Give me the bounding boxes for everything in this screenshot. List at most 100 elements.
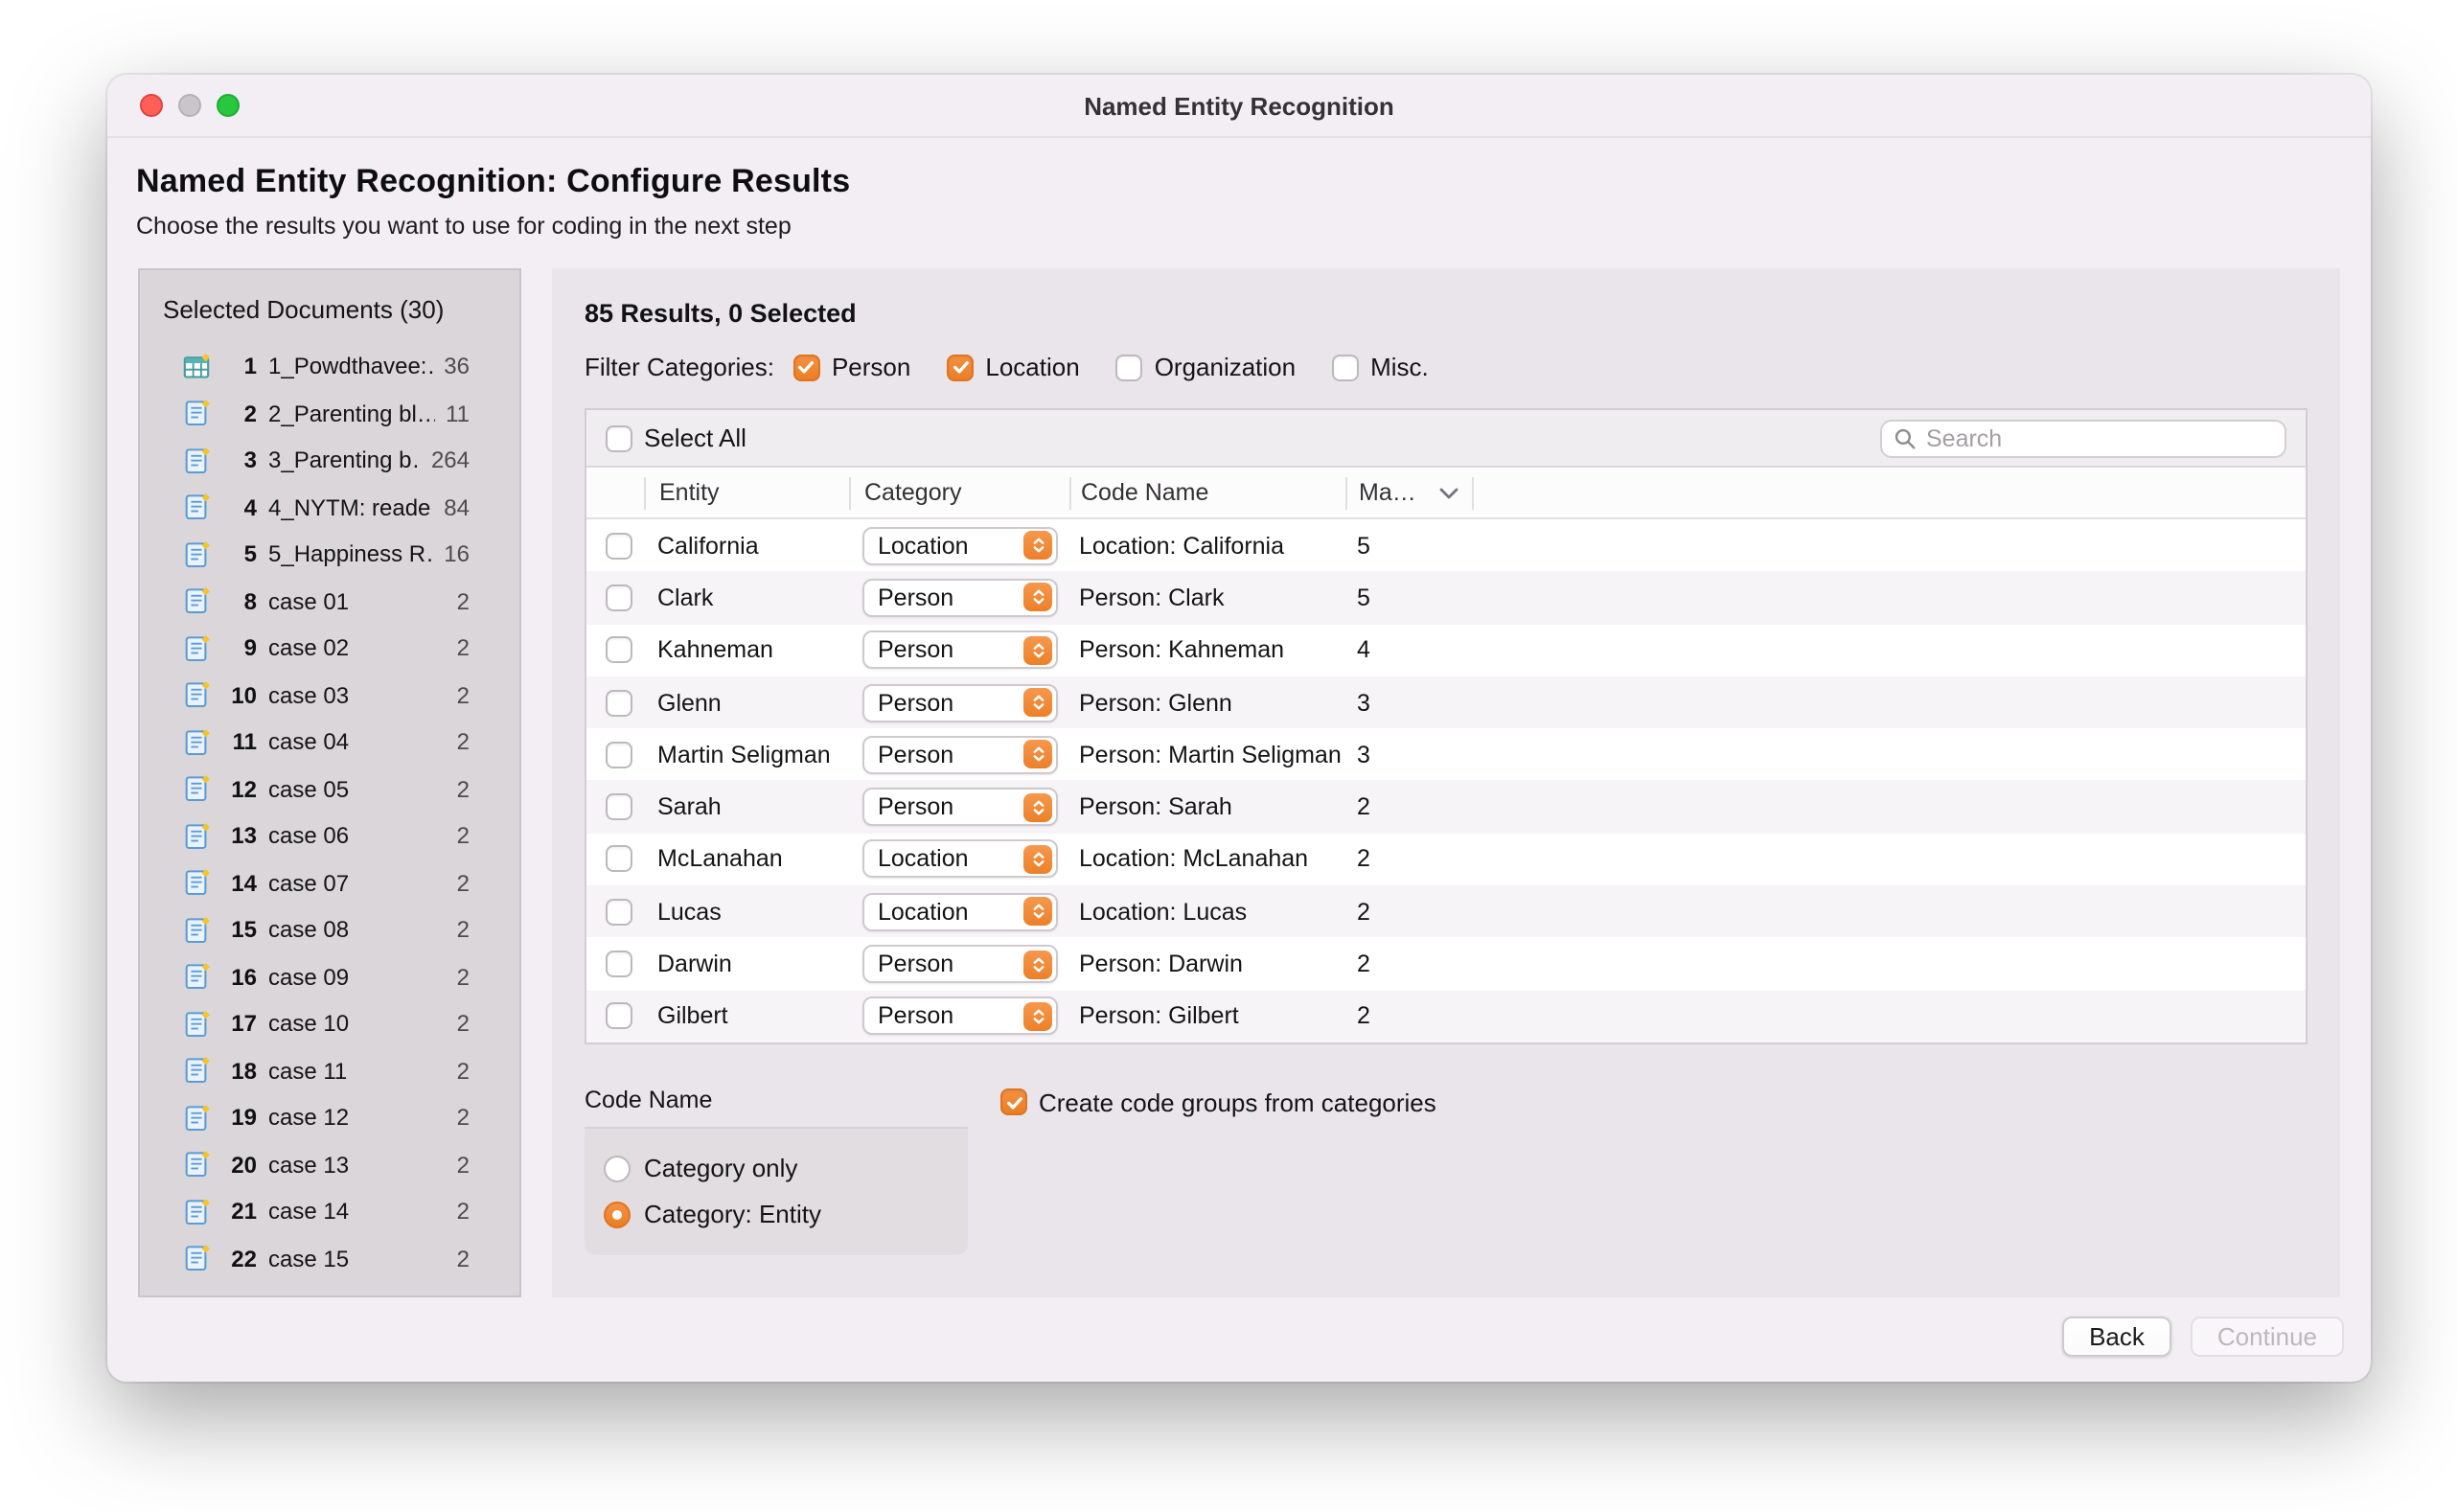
category-value: Person bbox=[878, 793, 1023, 820]
matches-cell: 5 bbox=[1345, 532, 1472, 559]
document-icon bbox=[182, 916, 211, 945]
category-value: Location bbox=[878, 898, 1023, 925]
document-list-item[interactable]: 14 case 07 2 bbox=[140, 859, 519, 906]
stepper-icon[interactable] bbox=[1023, 688, 1052, 717]
continue-button[interactable]: Continue bbox=[2191, 1317, 2344, 1357]
document-icon bbox=[182, 775, 211, 804]
filter-checkbox-group[interactable]: Misc. bbox=[1332, 353, 1429, 381]
document-list-item[interactable]: 5 5_Happiness R… 16 bbox=[140, 531, 519, 578]
stepper-icon[interactable] bbox=[1023, 531, 1052, 560]
document-list-item[interactable]: 8 case 01 2 bbox=[140, 578, 519, 625]
document-list-item[interactable]: 17 case 10 2 bbox=[140, 1000, 519, 1047]
column-header-category[interactable]: Category bbox=[849, 476, 1069, 509]
row-checkbox[interactable] bbox=[606, 742, 632, 768]
document-list-item[interactable]: 3 3_Parenting b… 264 bbox=[140, 437, 519, 484]
create-code-groups-group[interactable]: Create code groups from categories bbox=[1000, 1087, 1436, 1119]
document-count: 2 bbox=[457, 823, 470, 850]
table-row: Kahneman Person bbox=[586, 624, 2306, 676]
document-list-item[interactable]: 13 case 06 2 bbox=[140, 813, 519, 859]
filter-checkbox-group[interactable]: Location bbox=[947, 353, 1079, 381]
category-select[interactable]: Location bbox=[862, 892, 1058, 930]
document-icon bbox=[182, 728, 211, 757]
row-checkbox[interactable] bbox=[606, 898, 632, 925]
document-list-item[interactable]: 19 case 12 2 bbox=[140, 1094, 519, 1141]
table-row: California Location bbox=[586, 519, 2306, 572]
document-number: 14 bbox=[217, 870, 257, 897]
back-button[interactable]: Back bbox=[2062, 1317, 2171, 1357]
matches-cell: 2 bbox=[1345, 898, 1472, 925]
create-code-groups-checkbox[interactable] bbox=[1000, 1089, 1027, 1116]
stepper-icon[interactable] bbox=[1023, 635, 1052, 664]
document-list-item[interactable]: 9 case 02 2 bbox=[140, 625, 519, 672]
filter-checkbox-group[interactable]: Person bbox=[793, 353, 910, 381]
document-count: 2 bbox=[457, 1152, 470, 1179]
column-header-code-name[interactable]: Code Name bbox=[1069, 476, 1345, 509]
document-name: case 10 bbox=[268, 1011, 446, 1038]
code-name-option[interactable]: Category only bbox=[604, 1146, 949, 1192]
row-checkbox[interactable] bbox=[606, 584, 632, 611]
column-header-entity[interactable]: Entity bbox=[644, 476, 849, 509]
row-checkbox[interactable] bbox=[606, 951, 632, 977]
filter-checkbox[interactable] bbox=[1332, 354, 1359, 380]
select-all-group[interactable]: Select All bbox=[606, 424, 746, 452]
document-list-item[interactable]: 1 1_Powdthavee:… 36 bbox=[140, 343, 519, 390]
zoom-button[interactable] bbox=[217, 94, 240, 117]
document-number: 16 bbox=[217, 964, 257, 991]
document-count: 2 bbox=[457, 870, 470, 897]
document-list-item[interactable]: 20 case 13 2 bbox=[140, 1141, 519, 1188]
category-select[interactable]: Person bbox=[862, 945, 1058, 983]
category-select[interactable]: Person bbox=[862, 788, 1058, 826]
document-list-item[interactable]: 4 4_NYTM: reade… 84 bbox=[140, 484, 519, 531]
category-select[interactable]: Person bbox=[862, 736, 1058, 774]
document-list-item[interactable]: 21 case 14 2 bbox=[140, 1188, 519, 1235]
category-select[interactable]: Location bbox=[862, 840, 1058, 879]
table-row: Martin Seligman Person bbox=[586, 728, 2306, 781]
category-select[interactable]: Person bbox=[862, 579, 1058, 617]
document-list-item[interactable]: 12 case 05 2 bbox=[140, 766, 519, 813]
document-count: 2 bbox=[457, 1011, 470, 1038]
stepper-icon[interactable] bbox=[1023, 897, 1052, 926]
document-list-item[interactable]: 16 case 09 2 bbox=[140, 953, 519, 1000]
stepper-icon[interactable] bbox=[1023, 792, 1052, 821]
radio-button[interactable] bbox=[604, 1156, 631, 1182]
row-checkbox[interactable] bbox=[606, 793, 632, 820]
filter-checkbox[interactable] bbox=[793, 354, 820, 380]
stepper-icon[interactable] bbox=[1023, 950, 1052, 978]
filter-checkbox[interactable] bbox=[947, 354, 974, 380]
filter-checkbox-group[interactable]: Organization bbox=[1116, 353, 1296, 381]
row-checkbox[interactable] bbox=[606, 636, 632, 663]
search-input[interactable] bbox=[1926, 424, 2273, 451]
stepper-icon[interactable] bbox=[1023, 1002, 1052, 1031]
document-list-item[interactable]: 10 case 03 2 bbox=[140, 672, 519, 719]
document-list-item[interactable]: 15 case 08 2 bbox=[140, 906, 519, 953]
category-select[interactable]: Person bbox=[862, 997, 1058, 1036]
category-select[interactable]: Person bbox=[862, 683, 1058, 722]
document-number: 2 bbox=[217, 401, 257, 427]
search-field[interactable] bbox=[1880, 419, 2286, 457]
document-number: 8 bbox=[217, 588, 257, 615]
category-select[interactable]: Location bbox=[862, 526, 1058, 564]
document-name: 1_Powdthavee:… bbox=[268, 354, 432, 380]
row-checkbox[interactable] bbox=[606, 689, 632, 716]
document-list-item[interactable]: 18 case 11 2 bbox=[140, 1047, 519, 1094]
stepper-icon[interactable] bbox=[1023, 584, 1052, 612]
document-list-item[interactable]: 22 case 15 2 bbox=[140, 1235, 519, 1282]
filter-checkbox-label: Misc. bbox=[1370, 353, 1429, 381]
radio-button[interactable] bbox=[604, 1202, 631, 1228]
stepper-icon[interactable] bbox=[1023, 845, 1052, 874]
stepper-icon[interactable] bbox=[1023, 741, 1052, 769]
row-checkbox[interactable] bbox=[606, 532, 632, 559]
minimize-button[interactable] bbox=[178, 94, 201, 117]
row-checkbox[interactable] bbox=[606, 1003, 632, 1030]
category-value: Location bbox=[878, 532, 1023, 559]
column-header-matches[interactable]: Ma… bbox=[1345, 476, 1472, 509]
row-checkbox[interactable] bbox=[606, 846, 632, 873]
category-select[interactable]: Person bbox=[862, 630, 1058, 669]
document-list-item[interactable]: 2 2_Parenting bl… 11 bbox=[140, 390, 519, 437]
close-button[interactable] bbox=[140, 94, 163, 117]
code-name-option[interactable]: Category: Entity bbox=[604, 1192, 949, 1238]
select-all-checkbox[interactable] bbox=[606, 424, 632, 451]
filter-checkbox[interactable] bbox=[1116, 354, 1143, 380]
document-list-item[interactable]: 11 case 04 2 bbox=[140, 719, 519, 766]
header-checkbox-spacer bbox=[586, 476, 644, 509]
